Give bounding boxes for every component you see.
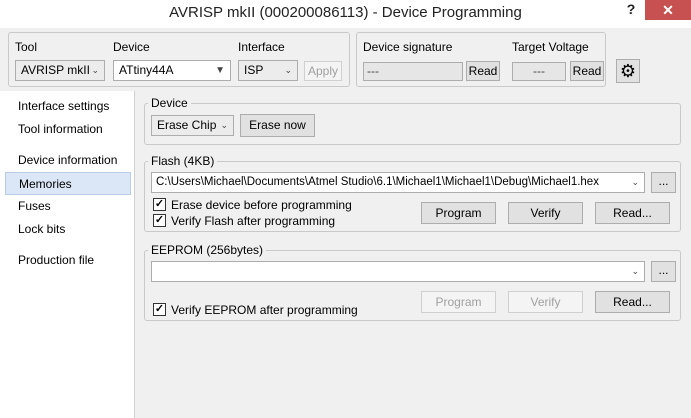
device-section-title: Device — [148, 96, 191, 110]
eeprom-read-button[interactable]: Read... — [595, 291, 670, 313]
interface-select[interactable]: ISP ⌄ — [238, 60, 298, 81]
signature-label: Device signature — [363, 40, 453, 54]
chevron-down-icon: ⌄ — [91, 65, 99, 75]
device-label: Device — [113, 40, 150, 54]
eeprom-program-button[interactable]: Program — [421, 291, 496, 313]
sidebar-item-fuses[interactable]: Fuses — [5, 195, 131, 218]
verify-eeprom-checkbox[interactable]: ✓ — [153, 303, 166, 316]
window-title: AVRISP mkII (000200086113) - Device Prog… — [169, 4, 522, 21]
sidebar-item-lock-bits[interactable]: Lock bits — [5, 218, 131, 241]
erase-mode-value: Erase Chip — [157, 118, 217, 132]
tool-select[interactable]: AVRISP mkII ⌄ — [15, 60, 105, 81]
voltage-field: --- — [512, 62, 566, 81]
voltage-label: Target Voltage — [512, 40, 589, 54]
settings-button[interactable]: ⚙ — [616, 59, 640, 83]
flash-verify-button[interactable]: Verify — [508, 202, 583, 224]
eeprom-verify-button[interactable]: Verify — [508, 291, 583, 313]
device-select-value: ATtiny44A — [119, 63, 174, 77]
flash-file-input[interactable]: C:\Users\Michael\Documents\Atmel Studio\… — [151, 172, 645, 193]
verify-eeprom-label: Verify EEPROM after programming — [171, 303, 358, 317]
help-button[interactable]: ? — [621, 1, 641, 21]
apply-button[interactable]: Apply — [304, 61, 342, 81]
flash-file-path: C:\Users\Michael\Documents\Atmel Studio\… — [156, 176, 599, 188]
read-signature-button[interactable]: Read — [466, 61, 500, 81]
sidebar-item-tool-information[interactable]: Tool information — [5, 118, 131, 141]
tool-select-value: AVRISP mkII — [21, 63, 90, 77]
flash-section-title: Flash (4KB) — [148, 154, 218, 168]
chevron-down-icon: ⌄ — [631, 266, 639, 276]
flash-browse-button[interactable]: ... — [651, 172, 676, 193]
device-select[interactable]: ATtiny44A ▼ — [113, 60, 231, 81]
interface-label: Interface — [238, 40, 285, 54]
sidebar-item-production-file[interactable]: Production file — [5, 249, 131, 272]
sidebar-item-interface-settings[interactable]: Interface settings — [5, 95, 131, 118]
gear-icon: ⚙ — [619, 61, 637, 81]
sidebar-item-memories[interactable]: Memories — [5, 172, 131, 195]
tool-label: Tool — [15, 40, 38, 54]
eeprom-browse-button[interactable]: ... — [651, 261, 676, 282]
erase-mode-select[interactable]: Erase Chip ⌄ — [151, 115, 234, 136]
interface-select-value: ISP — [244, 63, 264, 77]
sidebar-item-device-information[interactable]: Device information — [5, 149, 131, 172]
eeprom-file-input[interactable]: ⌄ — [151, 261, 645, 282]
erase-before-checkbox[interactable]: ✓ — [153, 198, 166, 211]
erase-now-button[interactable]: Erase now — [240, 114, 315, 137]
erase-before-label: Erase device before programming — [171, 198, 352, 212]
chevron-down-icon: ⌄ — [220, 120, 228, 130]
eeprom-section-title: EEPROM (256bytes) — [148, 243, 267, 257]
verify-flash-label: Verify Flash after programming — [171, 214, 336, 228]
chevron-down-icon: ⌄ — [631, 177, 639, 187]
flash-program-button[interactable]: Program — [421, 202, 496, 224]
verify-flash-checkbox[interactable]: ✓ — [153, 214, 166, 227]
signature-field: --- — [363, 62, 463, 81]
close-button[interactable]: ✕ — [645, 0, 691, 20]
dropdown-arrow-icon: ▼ — [215, 65, 225, 76]
read-voltage-button[interactable]: Read — [570, 61, 604, 81]
flash-read-button[interactable]: Read... — [595, 202, 670, 224]
chevron-down-icon: ⌄ — [284, 65, 292, 75]
